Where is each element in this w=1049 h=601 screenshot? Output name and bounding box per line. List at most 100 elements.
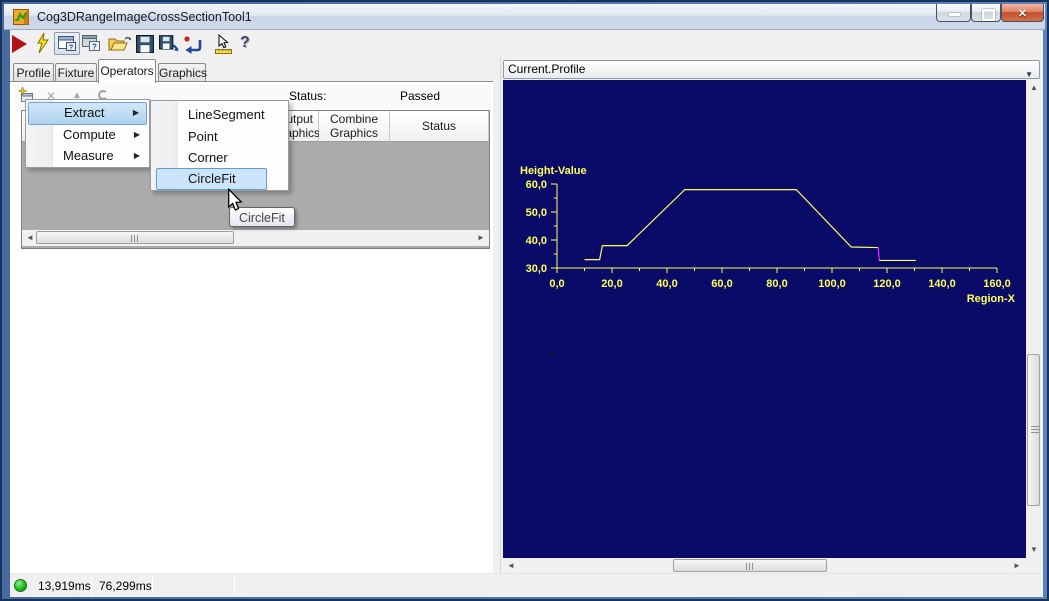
execution-time: 13,919ms xyxy=(38,579,91,593)
status-value: Passed xyxy=(400,89,440,103)
scroll-down-icon: ▼ xyxy=(1030,545,1038,554)
scroll-up-button[interactable]: ▲ xyxy=(1026,80,1042,96)
floppy-icon xyxy=(136,35,154,53)
menu-item-label: Extract xyxy=(64,103,104,122)
chart-hscroll-thumb[interactable] xyxy=(673,559,827,572)
submenu-arrow-icon: ▶ xyxy=(133,103,139,122)
total-time: 76,299ms xyxy=(99,579,152,593)
thumb-grip xyxy=(131,235,139,242)
menu-item-label: Compute xyxy=(63,124,116,145)
window-title: Cog3DRangeImageCrossSectionTool1 xyxy=(37,10,252,24)
svg-text:?: ? xyxy=(69,43,74,52)
maximize-icon xyxy=(982,9,995,21)
submenu-item-corner[interactable]: Corner xyxy=(153,147,286,168)
run-icon xyxy=(12,35,27,53)
chart-vscrollbar[interactable]: ▲ ▼ xyxy=(1026,80,1042,558)
x-tick-label: 0,0 xyxy=(549,278,564,290)
tab-profile[interactable]: Profile xyxy=(13,63,54,82)
extract-submenu: LineSegment Point Corner CircleFit xyxy=(150,100,289,191)
mouse-cursor-icon xyxy=(227,188,243,212)
statusbar-separator xyxy=(234,576,235,594)
x-tick-label: 160,0 xyxy=(983,278,1011,290)
stray-dot xyxy=(549,353,552,356)
statusbar-separator xyxy=(152,576,153,594)
status-label: Status: xyxy=(289,89,326,103)
tab-operators-label: Operators xyxy=(100,64,153,78)
grid-hscroll-thumb[interactable] xyxy=(36,231,234,244)
lightning-icon xyxy=(35,32,50,54)
y-tick-label: 60,0 xyxy=(526,179,547,191)
menu-item-measure[interactable]: Measure ▶ xyxy=(28,145,147,166)
statusbar-separator xyxy=(91,576,92,594)
menu-item-label: LineSegment xyxy=(188,104,265,125)
header-line1: Combine xyxy=(319,112,389,126)
profile-chart: 0,0 20,0 40,0 60,0 80,0 100,0 120,0 140,0 160,0 3… xyxy=(503,80,1026,558)
x-tick-label: 40,0 xyxy=(656,278,677,290)
y-tick-label: 30,0 xyxy=(526,263,547,275)
maximize-button[interactable] xyxy=(971,4,1001,22)
x-tick-label: 80,0 xyxy=(766,278,787,290)
submenu-item-circlefit[interactable]: CircleFit xyxy=(153,168,286,189)
chart-hscrollbar[interactable]: ◄ ► xyxy=(503,558,1025,574)
close-icon: ✕ xyxy=(1018,8,1027,20)
x-axis-title: Region-X xyxy=(967,293,1016,305)
header-line1: Status xyxy=(422,119,456,133)
profile-selector-value: Current.Profile xyxy=(508,62,585,76)
menu-item-extract[interactable]: Extract ▶ xyxy=(28,102,147,125)
pane-splitter[interactable] xyxy=(493,82,500,573)
series-edge-marker xyxy=(878,248,879,261)
x-tick-label: 20,0 xyxy=(601,278,622,290)
result-window-icon: ? xyxy=(58,36,77,52)
help-button[interactable]: ? xyxy=(240,34,250,58)
app-icon xyxy=(12,8,30,26)
series-profile xyxy=(585,190,879,260)
titlebar[interactable]: Cog3DRangeImageCrossSectionTool1 xyxy=(4,4,1045,30)
reset-arrow-icon xyxy=(183,34,203,54)
chart-vscroll-thumb[interactable] xyxy=(1027,354,1040,506)
profile-selector[interactable]: Current.Profile ▼ xyxy=(503,60,1040,79)
scroll-down-button[interactable]: ▼ xyxy=(1026,542,1042,558)
window-frame: Cog3DRangeImageCrossSectionTool1 ✕ ? ? xyxy=(0,0,1049,601)
grid-hscrollbar[interactable]: ◄ ► xyxy=(22,230,489,246)
minimize-button[interactable] xyxy=(936,4,971,22)
close-button[interactable]: ✕ xyxy=(1001,4,1044,22)
menu-item-compute[interactable]: Compute ▶ xyxy=(28,124,147,145)
x-tick-label: 120,0 xyxy=(873,278,901,290)
help-icon: ? xyxy=(240,34,250,51)
submenu-item-point[interactable]: Point xyxy=(153,126,286,147)
profile-chart-svg: 0,0 20,0 40,0 60,0 80,0 100,0 120,0 140,0 160,0 3… xyxy=(503,80,1026,558)
submenu-arrow-icon: ▶ xyxy=(134,145,140,166)
thumb-grip xyxy=(746,563,754,570)
menu-item-label: Corner xyxy=(188,147,228,168)
header-line2: Graphics xyxy=(319,126,389,140)
grid-header-combine-graphics[interactable]: Combine Graphics xyxy=(319,111,390,142)
pointer-ruler-icon xyxy=(214,34,233,55)
submenu-arrow-icon: ▶ xyxy=(134,124,140,145)
float-result-button[interactable]: ? xyxy=(54,32,80,55)
thumb-grip xyxy=(1031,426,1039,434)
window-copy-icon: ? xyxy=(82,35,101,51)
context-menu: Extract ▶ Compute ▶ Measure ▶ xyxy=(25,99,150,168)
scroll-right-button[interactable]: ► xyxy=(473,230,489,246)
scroll-right-icon: ► xyxy=(477,233,485,242)
scroll-left-icon: ◄ xyxy=(26,233,34,242)
tooltip-text: CircleFit xyxy=(239,211,285,225)
x-tick-label: 140,0 xyxy=(928,278,956,290)
minimize-icon xyxy=(949,13,960,16)
x-tick-label: 100,0 xyxy=(818,278,846,290)
scroll-right-button[interactable]: ► xyxy=(1009,558,1025,574)
tab-fixture[interactable]: Fixture xyxy=(55,63,97,82)
menu-item-label: Point xyxy=(188,126,218,147)
scroll-left-button[interactable]: ◄ xyxy=(503,558,519,574)
submenu-item-linesegment[interactable]: LineSegment xyxy=(153,104,286,125)
tab-graphics-label: Graphics xyxy=(159,66,207,80)
tab-strip-line xyxy=(10,81,493,82)
chart-axes xyxy=(557,184,997,268)
y-tick-label: 50,0 xyxy=(526,207,547,219)
scroll-up-icon: ▲ xyxy=(1030,83,1038,92)
tab-operators[interactable]: Operators xyxy=(98,59,156,83)
grid-header-status[interactable]: Status xyxy=(390,111,489,142)
x-tick-label: 60,0 xyxy=(711,278,732,290)
tab-graphics[interactable]: Graphics xyxy=(158,63,206,82)
live-run-button[interactable] xyxy=(35,32,50,56)
